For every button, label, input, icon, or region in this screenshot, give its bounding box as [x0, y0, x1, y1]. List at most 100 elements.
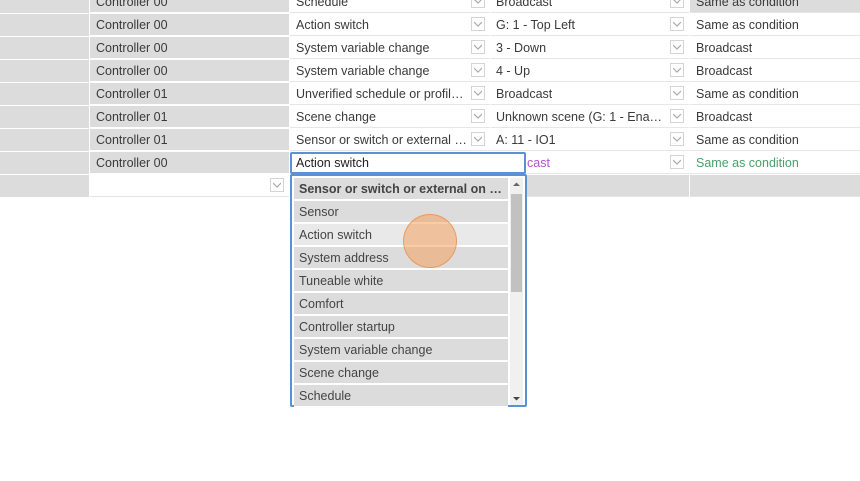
apply-to-cell[interactable]: Same as condition	[690, 0, 860, 13]
dropdown-option[interactable]: System variable change	[294, 339, 508, 361]
chevron-down-icon[interactable]	[670, 132, 684, 146]
target-cell[interactable]: A: 11 - IO1	[491, 129, 689, 151]
apply-to-label: Broadcast	[696, 64, 753, 78]
scroll-down-arrow-icon[interactable]	[512, 394, 521, 403]
apply-to-cell[interactable]: Broadcast	[690, 60, 860, 82]
chevron-down-icon[interactable]	[471, 40, 485, 54]
controller-cell[interactable]: Controller 01	[90, 106, 289, 128]
event-cell[interactable]: Unverified schedule or profile e…	[290, 83, 490, 105]
target-label: Broadcast	[496, 0, 553, 9]
event-label: Scene change	[296, 110, 376, 124]
controller-cell[interactable]: Controller 00	[90, 152, 289, 174]
table-row[interactable]: Controller 00 System variable change 4 -…	[0, 60, 860, 83]
row-spacer	[0, 0, 89, 14]
table-row[interactable]: Controller 01 Unverified schedule or pro…	[0, 83, 860, 106]
row-spacer	[0, 106, 89, 129]
event-type-input[interactable]: Action switch	[290, 152, 526, 174]
apply-to-cell[interactable]: Same as condition	[690, 152, 860, 174]
event-cell[interactable]: Scene change	[290, 106, 490, 128]
target-cell[interactable]: Broadcast	[491, 83, 689, 105]
event-label: System variable change	[296, 64, 430, 78]
row-spacer	[0, 14, 89, 37]
controller-cell[interactable]: Controller 01	[90, 83, 289, 105]
chevron-down-icon[interactable]	[471, 63, 485, 77]
table-row[interactable]: Controller 01 Scene change Unknown scene…	[0, 106, 860, 129]
dropdown-option[interactable]: Controller startup	[294, 316, 508, 338]
target-cell[interactable]: G: 1 - Top Left	[491, 14, 689, 36]
controller-cell[interactable]: Controller 00	[90, 37, 289, 59]
controller-label: Controller 00	[96, 41, 168, 55]
chevron-down-icon[interactable]	[471, 17, 485, 31]
target-cell[interactable]: 3 - Down	[491, 37, 689, 59]
chevron-down-icon[interactable]	[670, 0, 684, 8]
event-cell[interactable]: System variable change	[290, 60, 490, 82]
dropdown-scrollbar[interactable]	[510, 178, 523, 405]
dropdown-option[interactable]: Sensor	[294, 201, 508, 223]
apply-to-label: Same as condition	[696, 87, 799, 101]
click-indicator	[403, 214, 457, 268]
event-type-dropdown-list[interactable]: Sensor or switch or external on co… Sens…	[290, 174, 527, 407]
table-row[interactable]: Controller 01 Sensor or switch or extern…	[0, 129, 860, 152]
target-cell[interactable]: 4 - Up	[491, 60, 689, 82]
controller-cell[interactable]	[90, 175, 289, 197]
chevron-down-icon[interactable]	[670, 17, 684, 31]
apply-to-cell[interactable]	[690, 175, 860, 197]
chevron-down-icon[interactable]	[670, 155, 684, 169]
row-spacer	[0, 129, 89, 152]
apply-to-cell[interactable]: Broadcast	[690, 106, 860, 128]
target-cell[interactable]: Unknown scene (G: 1 - Enable …	[491, 106, 689, 128]
chevron-down-icon[interactable]	[471, 109, 485, 123]
dropdown-option[interactable]: Schedule	[294, 385, 508, 407]
controller-label: Controller 01	[96, 110, 168, 124]
chevron-down-icon[interactable]	[670, 86, 684, 100]
controller-label: Controller 00	[96, 18, 168, 32]
dropdown-option[interactable]: Comfort	[294, 293, 508, 315]
target-label: G: 1 - Top Left	[496, 18, 575, 32]
controller-label: Controller 00	[96, 156, 168, 170]
controller-cell[interactable]: Controller 01	[90, 129, 289, 151]
dropdown-option[interactable]: System address	[294, 247, 508, 269]
table-row[interactable]: Controller 00 System variable change 3 -…	[0, 37, 860, 60]
scroll-up-arrow-icon[interactable]	[512, 180, 521, 189]
dropdown-option[interactable]: Tuneable white	[294, 270, 508, 292]
apply-to-label: Same as condition	[696, 156, 799, 170]
dropdown-option[interactable]: Sensor or switch or external on co…	[294, 178, 508, 200]
apply-to-cell[interactable]: Same as condition	[690, 129, 860, 151]
apply-to-label: Same as condition	[696, 133, 799, 147]
controller-cell[interactable]: Controller 00	[90, 60, 289, 82]
apply-to-label: Same as condition	[696, 0, 799, 9]
row-spacer	[0, 37, 89, 60]
chevron-down-icon[interactable]	[670, 109, 684, 123]
dropdown-option-hovered[interactable]: Action switch	[294, 224, 508, 246]
chevron-down-icon[interactable]	[670, 63, 684, 77]
controller-label: Controller 01	[96, 87, 168, 101]
apply-to-cell[interactable]: Broadcast	[690, 37, 860, 59]
controller-cell[interactable]: Controller 00	[90, 14, 289, 36]
apply-to-label: Broadcast	[696, 110, 753, 124]
target-cell[interactable]: Broadcast	[491, 0, 689, 13]
scrollbar-thumb[interactable]	[511, 194, 522, 292]
event-cell[interactable]: Action switch	[290, 14, 490, 36]
table-row[interactable]: Controller 00 Schedule Broadcast Same as…	[0, 0, 860, 14]
dropdown-option[interactable]: Scene change	[294, 362, 508, 384]
event-cell[interactable]: System variable change	[290, 37, 490, 59]
chevron-down-icon[interactable]	[670, 40, 684, 54]
target-partial-label: cast	[527, 156, 550, 170]
table-row[interactable]: Controller 00 Action switch G: 1 - Top L…	[0, 14, 860, 37]
apply-to-cell[interactable]: Same as condition	[690, 83, 860, 105]
event-type-value: Action switch	[296, 156, 369, 170]
controller-label: Controller 00	[96, 0, 168, 9]
chevron-down-icon[interactable]	[270, 178, 284, 192]
chevron-down-icon[interactable]	[471, 132, 485, 146]
event-cell[interactable]: Sensor or switch or external on…	[290, 129, 490, 151]
target-label: 4 - Up	[496, 64, 531, 78]
chevron-down-icon[interactable]	[471, 0, 485, 8]
event-label: Action switch	[296, 18, 369, 32]
target-label: 3 - Down	[496, 41, 547, 55]
event-cell[interactable]: Schedule	[290, 0, 490, 13]
event-label: Sensor or switch or external on…	[296, 133, 468, 147]
chevron-down-icon[interactable]	[471, 86, 485, 100]
controller-label: Controller 01	[96, 133, 168, 147]
apply-to-cell[interactable]: Same as condition	[690, 14, 860, 36]
controller-cell[interactable]: Controller 00	[90, 0, 289, 13]
